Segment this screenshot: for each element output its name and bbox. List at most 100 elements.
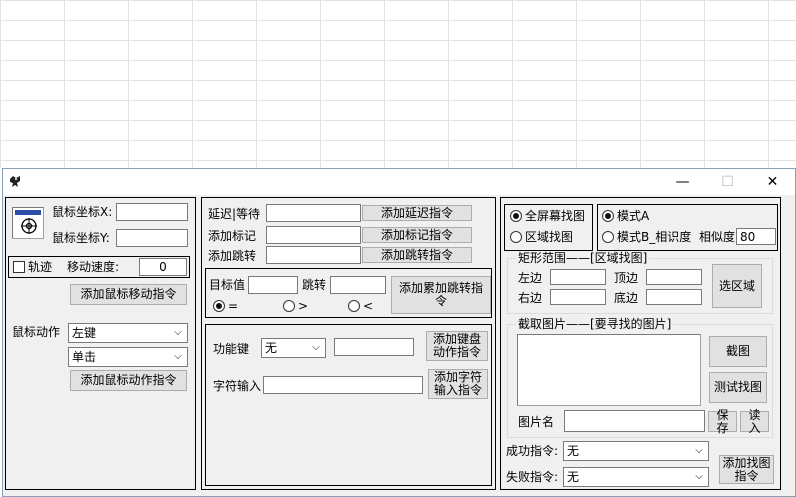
coord-x-field[interactable] [116, 203, 188, 221]
delay-field[interactable] [266, 204, 361, 222]
radio-mode-b[interactable] [602, 231, 614, 243]
trail-checkbox[interactable] [13, 261, 25, 273]
select-region-button[interactable]: 选区域 [712, 264, 762, 308]
chevron-down-icon: ⌵ [174, 351, 182, 362]
similarity-field[interactable]: 80 [736, 228, 776, 245]
command-panel: 延迟|等待 添加延迟指令 添加标记 添加标记指令 添加跳转 添加跳转指令 目标值… [201, 197, 496, 490]
jump2-field[interactable] [330, 276, 386, 294]
radio-mode-a[interactable] [602, 210, 614, 222]
bottom-edge-label: 底边 [614, 291, 639, 305]
add-mouse-action-button[interactable]: 添加鼠标动作指令 [70, 370, 187, 391]
image-name-field[interactable] [564, 410, 705, 432]
click-type-value: 单击 [72, 350, 97, 364]
radio-less-label: < [363, 299, 374, 313]
coord-y-label: 鼠标坐标Y: [52, 231, 110, 245]
mouse-action-label: 鼠标动作 [12, 325, 61, 339]
radio-greater[interactable] [283, 300, 295, 312]
add-find-button[interactable]: 添加找图指令 [719, 455, 774, 484]
radio-greater-label: > [298, 299, 309, 313]
success-label: 成功指令: [506, 444, 559, 458]
top-edge-label: 顶边 [614, 271, 639, 285]
radio-region[interactable] [510, 231, 522, 243]
success-value: 无 [567, 444, 580, 458]
trail-speed-row: 轨迹 移动速度: 0 [8, 256, 190, 278]
top-edge-field[interactable] [646, 269, 702, 285]
find-image-panel: 全屏幕找图 区域找图 模式A 模式B_相识度 相似度 80 矩形范围——[区域找… [500, 197, 781, 490]
delay-label: 延迟|等待 [208, 207, 261, 221]
fail-label: 失败指令: [506, 470, 559, 484]
radio-fullscreen[interactable] [510, 210, 522, 222]
fail-select[interactable]: 无 ⌵ [563, 467, 709, 487]
mouse-button-select[interactable]: 左键 ⌵ [68, 323, 188, 343]
save-button[interactable]: 保存 [708, 408, 737, 434]
jump-field[interactable] [266, 246, 361, 264]
add-mark-button[interactable]: 添加标记指令 [362, 227, 472, 243]
chevron-down-icon: ⌵ [312, 342, 320, 353]
crosshair-icon [21, 218, 37, 234]
radio-less[interactable] [348, 300, 360, 312]
add-key-button[interactable]: 添加键盘动作指令 [426, 331, 488, 361]
radio-equal-label: = [228, 299, 239, 313]
test-find-button[interactable]: 测试找图 [709, 372, 767, 403]
left-edge-field[interactable] [550, 269, 606, 285]
click-type-select[interactable]: 单击 ⌵ [68, 347, 188, 367]
rect-range-title: 矩形范围——[区域找图] [516, 251, 650, 265]
add-delay-button[interactable]: 添加延迟指令 [362, 205, 472, 221]
title-bar: — ☐ ✕ [3, 169, 795, 195]
region-label: 区域找图 [525, 230, 574, 244]
acc-jump-box: 目标值 跳转 添加累加跳转指令 = > < [205, 268, 492, 318]
minimize-button[interactable]: — [660, 169, 705, 195]
bottom-edge-field[interactable] [646, 289, 702, 305]
capture-title: 截取图片——[要寻找的图片] [516, 317, 674, 331]
funckey-value: 无 [265, 341, 278, 355]
add-acc-jump-button[interactable]: 添加累加跳转指令 [391, 276, 491, 314]
close-button[interactable]: ✕ [750, 169, 795, 195]
radio-equal[interactable] [213, 300, 225, 312]
app-window: — ☐ ✕ 鼠标坐标X: 鼠标坐标Y: 轨迹 移动速度: 0 添加鼠标移动指令 … [2, 168, 796, 497]
jump2-label: 跳转 [302, 278, 327, 292]
keyboard-box: 功能键 无 ⌵ 添加键盘动作指令 字符输入 添加字符输入指令 [205, 324, 492, 486]
mode-box: 模式A 模式B_相识度 相似度 80 [597, 204, 778, 251]
add-jump-button[interactable]: 添加跳转指令 [362, 247, 472, 263]
coord-y-field[interactable] [116, 229, 188, 247]
target-label: 目标值 [209, 278, 246, 292]
chevron-down-icon: ⌵ [695, 445, 703, 456]
mode-b-label: 模式B_相识度 [617, 230, 692, 244]
image-name-label: 图片名 [518, 415, 555, 429]
speed-field[interactable]: 0 [139, 258, 187, 276]
success-select[interactable]: 无 ⌵ [563, 441, 709, 461]
chevron-down-icon: ⌵ [174, 327, 182, 338]
coord-x-label: 鼠标坐标X: [52, 205, 113, 219]
mode-a-label: 模式A [617, 209, 650, 223]
crosshair-picker[interactable] [12, 207, 44, 239]
fullscreen-label: 全屏幕找图 [525, 209, 586, 223]
add-text-button[interactable]: 添加字符输入指令 [428, 369, 488, 399]
capture-group: 截取图片——[要寻找的图片] 截图 测试找图 图片名 保存 读入 [507, 317, 773, 438]
trail-label: 轨迹 [28, 260, 53, 274]
mouse-panel: 鼠标坐标X: 鼠标坐标Y: 轨迹 移动速度: 0 添加鼠标移动指令 鼠标动作 左… [5, 197, 196, 490]
right-edge-label: 右边 [518, 291, 543, 305]
scope-box: 全屏幕找图 区域找图 [504, 204, 593, 251]
rect-range-group: 矩形范围——[区域找图] 左边 顶边 右边 底边 选区域 [507, 251, 773, 314]
maximize-button[interactable]: ☐ [705, 169, 750, 195]
chevron-down-icon: ⌵ [695, 471, 703, 482]
mark-label: 添加标记 [208, 229, 257, 243]
image-preview [517, 334, 701, 406]
similarity-label: 相似度 [699, 230, 736, 244]
mark-field[interactable] [266, 226, 361, 244]
read-button[interactable]: 读入 [740, 408, 769, 434]
add-mouse-move-button[interactable]: 添加鼠标移动指令 [70, 284, 187, 305]
fail-value: 无 [567, 470, 580, 484]
app-icon [10, 176, 20, 187]
target-field[interactable] [248, 276, 298, 294]
funckey-select[interactable]: 无 ⌵ [261, 338, 326, 358]
left-edge-label: 左边 [518, 271, 543, 285]
funckey-label: 功能键 [213, 342, 250, 356]
text-input-field[interactable] [263, 376, 423, 394]
spreadsheet-background [0, 0, 796, 168]
capture-button[interactable]: 截图 [709, 336, 767, 367]
mouse-button-value: 左键 [72, 326, 97, 340]
key-field[interactable] [334, 338, 414, 356]
right-edge-field[interactable] [550, 289, 606, 305]
text-input-label: 字符输入 [213, 379, 262, 393]
